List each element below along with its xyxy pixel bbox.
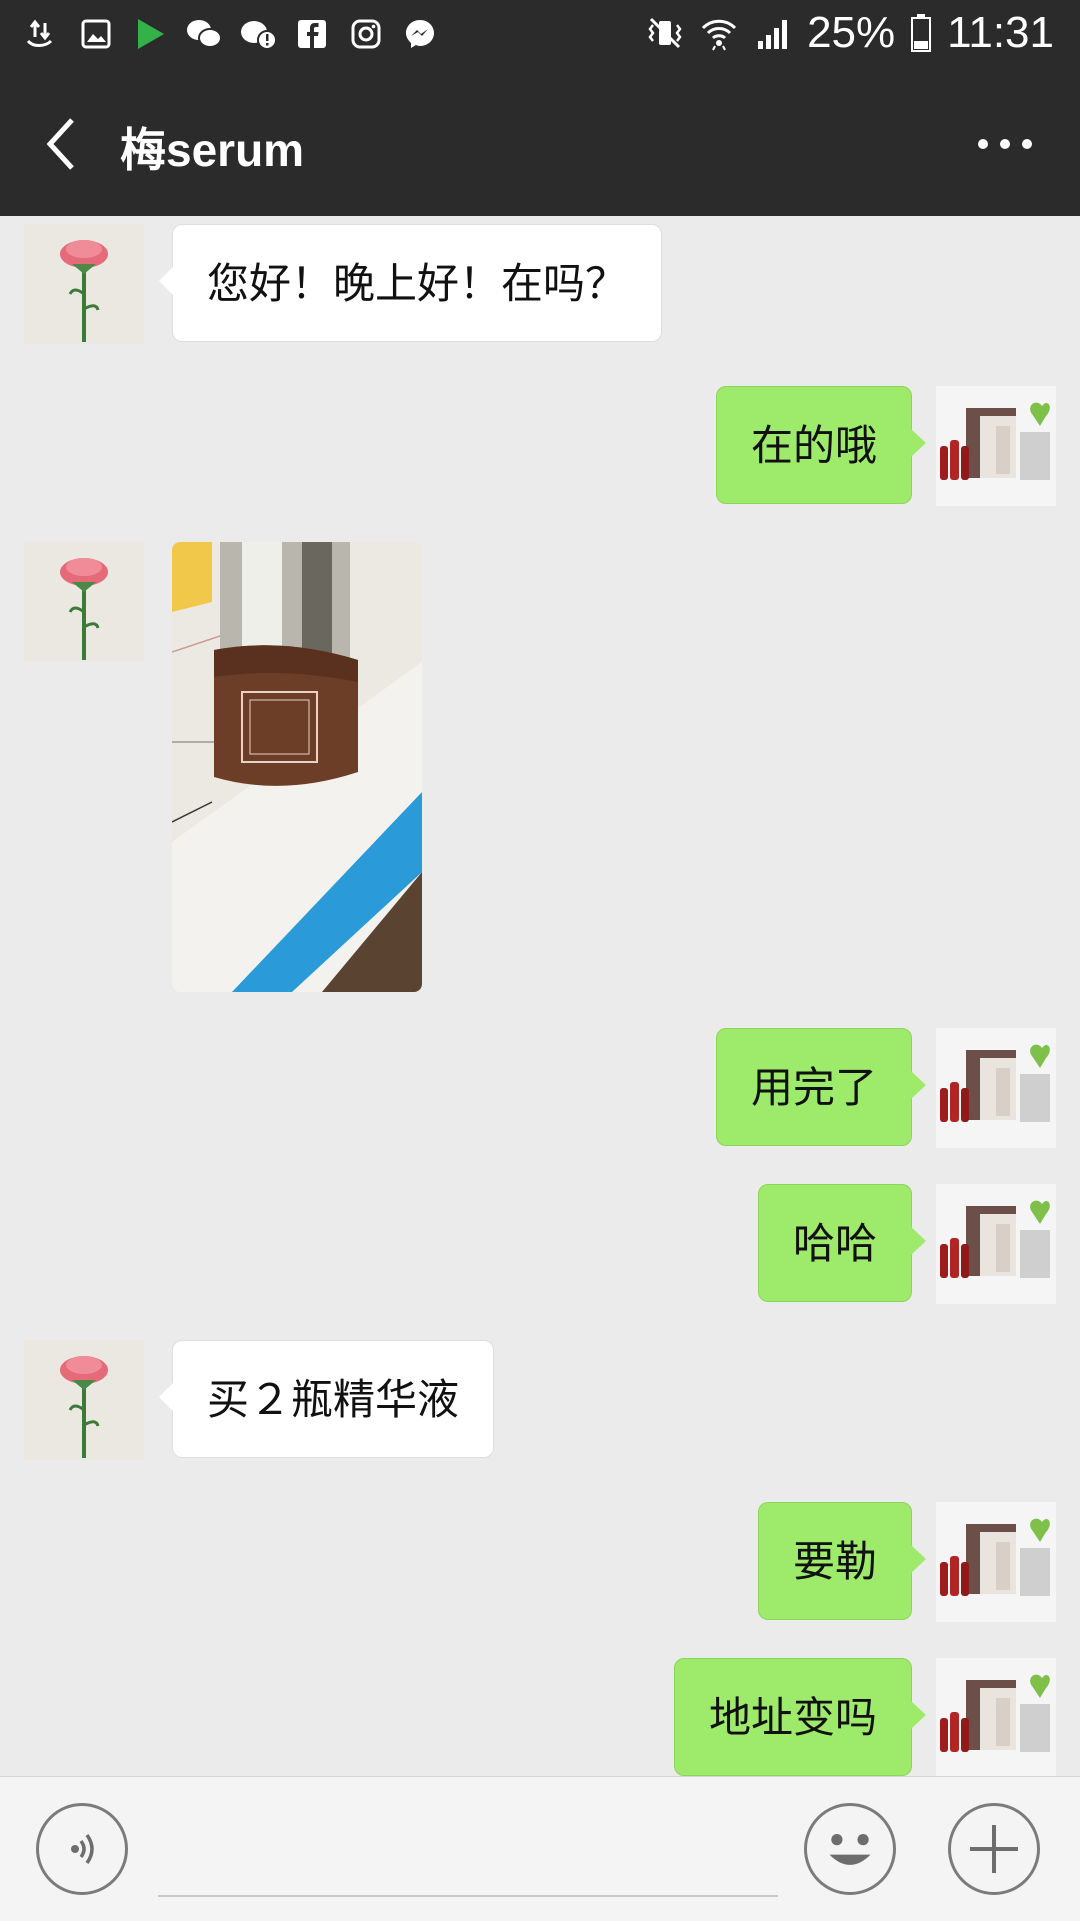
more-button[interactable] [960,112,1050,176]
chat-header: 梅serum [0,72,1080,216]
back-button[interactable] [30,112,90,176]
contact-avatar[interactable] [24,224,144,344]
chevron-left-icon [46,118,74,170]
more-dots-icon [978,139,1032,149]
message-bubble-outgoing[interactable]: 地址变吗 [673,1658,927,1776]
my-avatar[interactable] [936,1502,1056,1622]
instagram-icon [346,14,386,54]
my-avatar[interactable] [936,386,1056,506]
my-avatar[interactable] [936,1658,1056,1776]
my-avatar[interactable] [936,1184,1056,1304]
gallery-icon [76,14,116,54]
messenger-icon [400,14,440,54]
notification-icons [22,14,440,54]
wechat-alert-icon [238,14,278,54]
more-functions-button[interactable] [948,1803,1040,1895]
message-bubble-outgoing[interactable]: 用完了 [715,1028,927,1146]
signal-icon [753,13,793,53]
contact-avatar[interactable] [24,1340,144,1460]
usb-transfer-icon [22,14,62,54]
battery-icon [909,13,933,53]
message-list[interactable]: 您好！晚上好！在吗？ 在的哦 用完了 哈哈 买２瓶精华液 要勒 地址变吗 [0,216,1080,1776]
message-bubble-incoming[interactable]: 您好！晚上好！在吗？ [158,224,663,342]
emoji-button[interactable] [804,1803,896,1895]
clock: 11:31 [947,8,1054,57]
message-bubble-outgoing[interactable]: 哈哈 [757,1184,927,1302]
contact-avatar[interactable] [24,542,144,662]
wechat-icon [184,14,224,54]
message-bubble-outgoing[interactable]: 要勒 [757,1502,927,1620]
battery-percent: 25% [807,8,896,57]
plus-icon [970,1825,1018,1873]
wifi-icon [699,13,739,53]
system-status: 25% 11:31 [645,8,1054,58]
chat-title: 梅serum [120,124,305,176]
status-bar: 25% 11:31 [0,0,1080,72]
message-input[interactable] [158,1895,778,1897]
voice-input-button[interactable] [36,1803,128,1895]
facebook-icon [292,14,332,54]
message-bubble-outgoing[interactable]: 在的哦 [715,386,927,504]
voice-icon [71,1833,94,1865]
mute-vibrate-icon [645,13,685,53]
emoji-icon [829,1834,871,1865]
input-bar [0,1776,1080,1921]
message-image-product-bottle-photo[interactable] [172,542,422,992]
my-avatar[interactable] [936,1028,1056,1148]
message-bubble-incoming[interactable]: 买２瓶精华液 [158,1340,495,1458]
play-store-icon [130,14,170,54]
